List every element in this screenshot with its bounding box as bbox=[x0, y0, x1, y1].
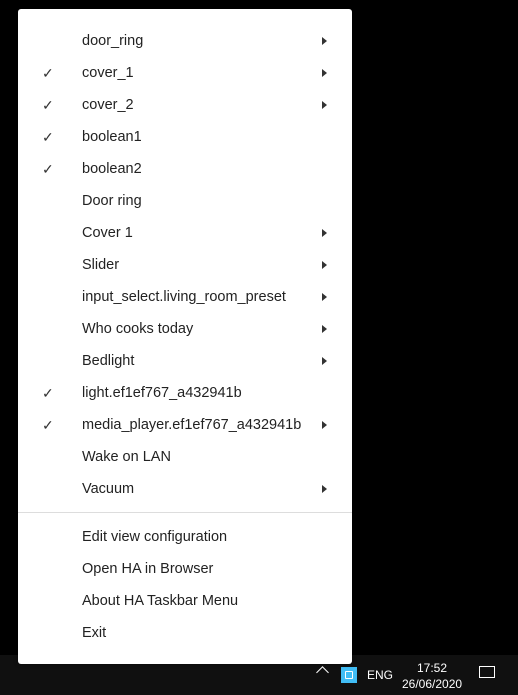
clock-time: 17:52 bbox=[416, 661, 448, 675]
submenu-arrow-icon bbox=[322, 357, 327, 365]
menu-item-door-ring[interactable]: Door ring bbox=[18, 185, 352, 217]
submenu-arrow-icon bbox=[322, 37, 327, 45]
menu-item-vacuum[interactable]: Vacuum bbox=[18, 473, 352, 505]
menu-item-media-player-ef1ef767-a432941b[interactable]: ✓ media_player.ef1ef767_a432941b bbox=[18, 409, 352, 441]
menu-item-label: Who cooks today bbox=[82, 321, 194, 337]
menu-item-slider[interactable]: Slider bbox=[18, 249, 352, 281]
submenu-arrow-icon bbox=[322, 421, 327, 429]
context-menu: door_ring ✓ cover_1 ✓ cover_2 ✓ boolean1 ✓ boole… bbox=[18, 9, 352, 664]
submenu-arrow-icon bbox=[322, 229, 327, 237]
menu-item-boolean1[interactable]: ✓ boolean1 bbox=[18, 121, 352, 153]
menu-item-label: input_select.living_room_preset bbox=[82, 289, 286, 305]
menu-item-label: Vacuum bbox=[82, 481, 135, 497]
show-hidden-icons-chevron-icon[interactable] bbox=[316, 666, 329, 679]
menu-item-label: About HA Taskbar Menu bbox=[82, 593, 239, 609]
menu-item-input-select-living-room-preset[interactable]: input_select.living_room_preset bbox=[18, 281, 352, 313]
menu-item-open-ha-in-browser[interactable]: Open HA in Browser bbox=[18, 553, 352, 585]
menu-item-light-ef1ef767-a432941b[interactable]: ✓ light.ef1ef767_a432941b bbox=[18, 377, 352, 409]
menu-item-label: Slider bbox=[82, 257, 120, 273]
checkmark-icon: ✓ bbox=[42, 129, 54, 145]
checkmark-icon: ✓ bbox=[42, 65, 54, 81]
menu-item-cover-1[interactable]: ✓ cover_1 bbox=[18, 57, 352, 89]
menu-item-cover-2[interactable]: ✓ cover_2 bbox=[18, 89, 352, 121]
submenu-arrow-icon bbox=[322, 69, 327, 77]
menu-item-label: Wake on LAN bbox=[82, 449, 171, 465]
submenu-arrow-icon bbox=[322, 261, 327, 269]
menu-item-door-ring[interactable]: door_ring bbox=[18, 25, 352, 57]
menu-item-label: Bedlight bbox=[82, 353, 135, 369]
language-indicator[interactable]: ENG bbox=[367, 668, 393, 682]
home-assistant-tray-icon[interactable] bbox=[341, 667, 357, 683]
menu-item-about-ha-taskbar-menu[interactable]: About HA Taskbar Menu bbox=[18, 585, 352, 617]
menu-item-label: Door ring bbox=[82, 193, 142, 209]
submenu-arrow-icon bbox=[322, 485, 327, 493]
checkmark-icon: ✓ bbox=[42, 385, 54, 401]
menu-list: door_ring ✓ cover_1 ✓ cover_2 ✓ boolean1 ✓ boole… bbox=[18, 25, 352, 649]
menu-item-label: cover_2 bbox=[82, 97, 134, 113]
clock-date: 26/06/2020 bbox=[402, 677, 463, 691]
menu-item-label: Exit bbox=[82, 625, 107, 641]
menu-item-label: light.ef1ef767_a432941b bbox=[82, 385, 242, 401]
submenu-arrow-icon bbox=[322, 325, 327, 333]
menu-item-exit[interactable]: Exit bbox=[18, 617, 352, 649]
submenu-arrow-icon bbox=[322, 101, 327, 109]
menu-item-edit-view-configuration[interactable]: Edit view configuration bbox=[18, 521, 352, 553]
menu-item-cover-1[interactable]: Cover 1 bbox=[18, 217, 352, 249]
menu-item-label: Edit view configuration bbox=[82, 529, 228, 545]
menu-item-label: Cover 1 bbox=[82, 225, 133, 241]
clock[interactable]: 17:52 26/06/2020 bbox=[402, 660, 462, 692]
menu-item-label: boolean1 bbox=[82, 129, 142, 145]
menu-item-label: Open HA in Browser bbox=[82, 561, 214, 577]
menu-item-label: door_ring bbox=[82, 33, 144, 49]
menu-item-wake-on-lan[interactable]: Wake on LAN bbox=[18, 441, 352, 473]
menu-item-label: boolean2 bbox=[82, 161, 142, 177]
checkmark-icon: ✓ bbox=[42, 417, 54, 433]
menu-item-label: media_player.ef1ef767_a432941b bbox=[82, 417, 302, 433]
checkmark-icon: ✓ bbox=[42, 97, 54, 113]
checkmark-icon: ✓ bbox=[42, 161, 54, 177]
submenu-arrow-icon bbox=[322, 293, 327, 301]
menu-item-label: cover_1 bbox=[82, 65, 134, 81]
menu-item-who-cooks-today[interactable]: Who cooks today bbox=[18, 313, 352, 345]
action-center-icon[interactable] bbox=[479, 666, 495, 678]
menu-item-boolean2[interactable]: ✓ boolean2 bbox=[18, 153, 352, 185]
menu-item-bedlight[interactable]: Bedlight bbox=[18, 345, 352, 377]
menu-separator bbox=[18, 512, 352, 513]
